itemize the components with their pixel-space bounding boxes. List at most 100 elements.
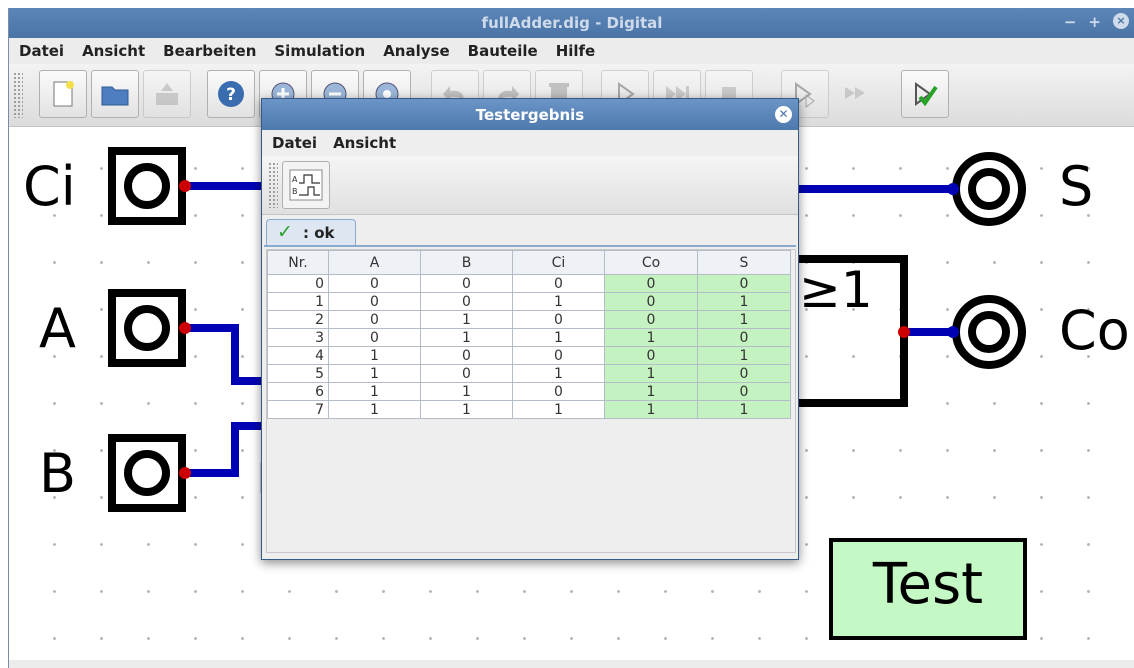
menu-simulation[interactable]: Simulation (274, 42, 365, 60)
open-folder-icon (101, 86, 129, 106)
table-cell: 1 (512, 364, 605, 383)
test-case-component[interactable]: Test (829, 538, 1027, 640)
timing-diagram-button[interactable]: A B (282, 161, 330, 209)
window-title: fullAdder.dig - Digital (481, 14, 663, 32)
table-cell: 0 (604, 346, 698, 365)
table-row[interactable]: 510110 (267, 364, 791, 383)
test-button[interactable] (901, 70, 949, 118)
table-cell: 1 (604, 400, 698, 419)
toolbar-grip[interactable] (13, 72, 23, 118)
table-cell: 0 (604, 274, 698, 293)
table-cell: 1 (697, 400, 791, 419)
table-cell: 0 (328, 292, 421, 311)
col-header-co[interactable]: Co (604, 250, 698, 275)
table-cell: 4 (267, 346, 329, 365)
table-cell: 6 (267, 382, 329, 401)
input-a-box[interactable] (108, 289, 186, 367)
table-cell: 1 (512, 328, 605, 347)
table-cell: 0 (697, 364, 791, 383)
table-cell: 0 (420, 346, 513, 365)
open-button[interactable] (91, 70, 139, 118)
test-label: Test (872, 552, 984, 617)
dialog-menu-ansicht[interactable]: Ansicht (333, 134, 396, 152)
dialog-title-bar[interactable]: Testergebnis ✕ (262, 99, 798, 130)
dialog-toolbar-grip[interactable] (268, 162, 278, 208)
menu-bauteile[interactable]: Bauteile (468, 42, 538, 60)
fast-forward-icon (845, 87, 865, 99)
pin-a (179, 322, 191, 334)
table-cell: 3 (267, 328, 329, 347)
table-cell: 0 (328, 310, 421, 329)
table-cell: 1 (512, 292, 605, 311)
input-b-box[interactable] (108, 434, 186, 512)
table-cell: 1 (604, 382, 698, 401)
table-cell: 1 (697, 292, 791, 311)
save-button[interactable] (143, 70, 191, 118)
table-cell: 1 (697, 310, 791, 329)
table-cell: 0 (267, 274, 329, 293)
tab-ok-label: : ok (303, 224, 335, 242)
table-cell: 2 (267, 310, 329, 329)
table-cell: 0 (328, 328, 421, 347)
table-cell: 1 (512, 400, 605, 419)
new-file-icon (53, 81, 74, 107)
table-cell: 1 (420, 328, 513, 347)
check-icon: ✓ (277, 221, 293, 243)
table-row[interactable]: 201001 (267, 310, 791, 329)
menu-bearbeiten[interactable]: Bearbeiten (163, 42, 256, 60)
table-row[interactable]: 301110 (267, 328, 791, 347)
table-cell: 0 (697, 328, 791, 347)
menu-ansicht[interactable]: Ansicht (82, 42, 145, 60)
table-row[interactable]: 000000 (267, 274, 791, 293)
label-a: A (39, 297, 76, 360)
table-row[interactable]: 410001 (267, 346, 791, 365)
close-button[interactable]: × (1113, 13, 1129, 29)
menu-hilfe[interactable]: Hilfe (556, 42, 596, 60)
table-cell: 0 (420, 274, 513, 293)
table-row[interactable]: 100101 (267, 292, 791, 311)
dialog-close-icon[interactable]: ✕ (775, 106, 792, 123)
table-cell: 1 (328, 382, 421, 401)
table-cell: 1 (420, 400, 513, 419)
pin-b (179, 467, 191, 479)
result-table: Nr. A B Ci Co S 000000100101201001301110… (267, 250, 791, 419)
label-co: Co (1059, 299, 1130, 362)
tab-ok[interactable]: ✓ : ok (266, 219, 356, 246)
menu-bar: Datei Ansicht Bearbeiten Simulation Anal… (9, 38, 1134, 64)
test-result-dialog: Testergebnis ✕ Datei Ansicht A B ✓ : ok … (261, 98, 799, 560)
table-row[interactable]: 711111 (267, 400, 791, 419)
table-cell: 1 (328, 364, 421, 383)
table-cell: 1 (328, 400, 421, 419)
new-file-button[interactable] (39, 70, 87, 118)
col-header-b[interactable]: B (420, 250, 513, 275)
maximize-button[interactable]: + (1088, 13, 1101, 31)
col-header-nr[interactable]: Nr. (267, 250, 329, 275)
wire-a (185, 324, 269, 385)
status-bar (9, 660, 1134, 668)
menu-analyse[interactable]: Analyse (383, 42, 449, 60)
table-cell: 1 (604, 328, 698, 347)
col-header-a[interactable]: A (328, 250, 421, 275)
dialog-menu-datei[interactable]: Datei (272, 134, 317, 152)
label-s: S (1059, 155, 1094, 218)
or-gate-label: ≥1 (799, 261, 873, 319)
col-header-s[interactable]: S (697, 250, 791, 275)
output-co[interactable] (952, 295, 1026, 369)
menu-datei[interactable]: Datei (19, 42, 64, 60)
output-s[interactable] (952, 152, 1026, 226)
table-row[interactable]: 611010 (267, 382, 791, 401)
table-cell: 0 (604, 310, 698, 329)
result-table-body: 0000001001012010013011104100015101106110… (267, 274, 791, 419)
result-table-container[interactable]: Nr. A B Ci Co S 000000100101201001301110… (266, 249, 796, 553)
table-cell: 0 (604, 292, 698, 311)
help-button[interactable]: ? (207, 70, 255, 118)
input-ci-box[interactable] (108, 147, 186, 225)
table-cell: 1 (267, 292, 329, 311)
save-icon (156, 83, 178, 105)
table-cell: 0 (512, 274, 605, 293)
fast-forward-button[interactable] (833, 70, 879, 116)
test-check-icon (915, 82, 938, 107)
help-icon: ? (218, 81, 244, 107)
minimize-button[interactable]: − (1064, 13, 1077, 31)
col-header-ci[interactable]: Ci (512, 250, 605, 275)
